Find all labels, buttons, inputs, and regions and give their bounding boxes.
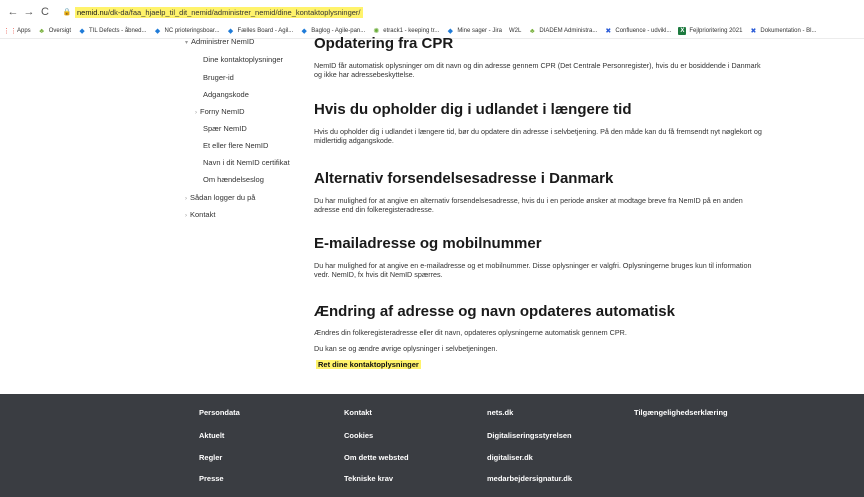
- bookmark-item[interactable]: ✺ etrack1 - keeping tr...: [372, 27, 439, 35]
- chevron-right-icon: ›: [185, 213, 187, 219]
- sidebar-item-s-dan-logger-du-p[interactable]: › Sådan logger du på: [185, 193, 255, 202]
- section-body-alt-address: Du har mulighed for at angive en alterna…: [314, 196, 743, 214]
- footer-link[interactable]: medarbejdersignatur.dk: [487, 474, 572, 483]
- footer-link[interactable]: digitaliser.dk: [487, 453, 533, 462]
- footer-link[interactable]: Kontakt: [344, 408, 372, 417]
- section-body-email-mobile: Du har mulighed for at angive en e-maila…: [314, 261, 752, 279]
- section-body-auto-update: Ændres din folkeregisteradresse eller di…: [314, 328, 627, 337]
- section-body-abroad: Hvis du opholder dig i udlandet i længer…: [314, 127, 762, 145]
- sidebar-item-administrer-nemid[interactable]: ▾ Administrer NemID: [185, 37, 254, 46]
- footer-link[interactable]: Tekniske krav: [344, 474, 393, 483]
- sidebar-item-label: Spær NemID: [203, 124, 247, 133]
- tree-icon: ♣: [39, 27, 44, 35]
- sidebar-item-et-eller-flere-nemid[interactable]: Et eller flere NemID: [203, 141, 268, 150]
- azure-devops-icon: ◆: [154, 28, 161, 35]
- sidebar-item-navn-i-dit-nemid-certifikat[interactable]: Navn i dit NemID certifikat: [203, 158, 290, 167]
- bookmark-label: Fælles Board - Agil...: [237, 28, 294, 34]
- bookmark-label: Baglog - Agile-pan...: [311, 28, 366, 34]
- sidebar-item-label: Administrer NemID: [191, 37, 255, 46]
- footer-link[interactable]: Tilgængelighedserklæring: [634, 408, 728, 417]
- confluence-icon: ✖: [750, 28, 757, 35]
- url-host: nemid.nu: [77, 7, 108, 17]
- azure-devops-icon: ◆: [301, 28, 307, 35]
- bookmark-label: Confluence - udvikl...: [615, 28, 672, 34]
- sidebar-item-adgangskode[interactable]: Adgangskode: [203, 90, 249, 99]
- sidebar-item-label: Navn i dit NemID certifikat: [203, 158, 290, 167]
- bookmark-item[interactable]: ✖ Dokumentation - Bl...: [749, 27, 816, 35]
- chevron-down-icon: ▾: [185, 40, 189, 46]
- chevron-right-icon: ›: [185, 196, 187, 202]
- footer-link[interactable]: nets.dk: [487, 408, 513, 417]
- bookmark-label: NC prioteringsboar...: [164, 28, 220, 34]
- sidebar-item-sp-r-nemid[interactable]: Spær NemID: [203, 124, 247, 133]
- section-title-abroad: Hvis du opholder dig i udlandet i længer…: [314, 101, 632, 118]
- url-field[interactable]: nemid.nu/dk-da/faa_hjaelp_til_dit_nemid/…: [75, 6, 363, 18]
- site-footer: Persondata Aktuelt Regler Presse Kontakt Cook…: [0, 394, 864, 497]
- apps-grid-icon: ⋮⋮: [3, 28, 17, 35]
- sidebar-item-om-h-ndelseslog[interactable]: Om hændelseslog: [203, 175, 264, 184]
- sidebar-item-label: Om hændelseslog: [203, 175, 264, 184]
- section-title-alt-address: Alternativ forsendelsesadresse i Danmark: [314, 170, 614, 187]
- footer-link[interactable]: Aktuelt: [199, 431, 224, 440]
- bookmark-label: Dokumentation - Bl...: [760, 28, 817, 34]
- bookmark-label: W2L: [509, 28, 522, 34]
- bookmark-item[interactable]: ◆ TIL Defects - åbned...: [78, 27, 146, 35]
- sidebar-item-forny-nemid[interactable]: › Forny NemID: [195, 107, 245, 116]
- section-body-selfservice: Du kan se og ændre øvrige oplysninger i …: [314, 344, 498, 353]
- bookmark-label: Fejlprioritering 2021: [689, 28, 743, 34]
- sidebar-item-dine-kontaktoplysninger[interactable]: Dine kontaktoplysninger: [203, 55, 283, 64]
- bookmark-label: etrack1 - keeping tr...: [383, 28, 440, 34]
- bookmark-label: Apps: [17, 28, 31, 34]
- sidebar-item-label: Forny NemID: [200, 107, 245, 116]
- footer-link[interactable]: Regler: [199, 453, 222, 462]
- sidebar-item-bruger-id[interactable]: Bruger-id: [203, 73, 234, 82]
- bookmark-label: DIADEM Administra...: [539, 28, 598, 34]
- bookmark-label: TIL Defects - åbned...: [89, 28, 147, 34]
- footer-link[interactable]: Presse: [199, 474, 224, 483]
- section-title-cpr: Opdatering fra CPR: [314, 35, 454, 52]
- edit-contact-info-link[interactable]: Ret dine kontaktoplysninger: [316, 360, 421, 369]
- sidebar-item-label: Dine kontaktoplysninger: [203, 55, 284, 64]
- bookmark-item[interactable]: ◆ Fælles Board - Agil...: [227, 27, 294, 35]
- back-arrow-icon[interactable]: ←: [6, 5, 20, 19]
- bookmark-item[interactable]: ◆ Mine sager - Jira: [446, 27, 502, 35]
- footer-link[interactable]: Digitaliseringsstyrelsen: [487, 431, 572, 440]
- sidebar-item-label: Et eller flere NemID: [203, 141, 269, 150]
- bookmark-item[interactable]: X Fejlprioritering 2021: [678, 27, 742, 35]
- bookmark-item[interactable]: W2L: [509, 28, 521, 34]
- azure-devops-icon: ◆: [227, 28, 234, 35]
- footer-link[interactable]: Om dette websted: [344, 453, 409, 462]
- bookmark-item[interactable]: ⋮⋮ Apps: [3, 27, 31, 35]
- footer-link[interactable]: Cookies: [344, 431, 373, 440]
- azure-devops-icon: ◆: [79, 28, 85, 35]
- section-title-email-mobile: E-mailadresse og mobilnummer: [314, 235, 542, 252]
- azure-devops-icon: ◆: [447, 28, 453, 35]
- browser-address-bar: ← → C 🔒 nemid.nu/dk-da/faa_hjaelp_til_di…: [0, 0, 864, 24]
- chevron-right-icon: ›: [195, 110, 197, 116]
- bookmark-label: Oversigt: [48, 28, 72, 34]
- sidebar-item-label: Adgangskode: [203, 90, 249, 99]
- reload-icon[interactable]: C: [38, 5, 52, 19]
- sidebar-item-kontakt[interactable]: › Kontakt: [185, 210, 215, 219]
- bookmark-item[interactable]: ♣ DIADEM Administra...: [528, 27, 597, 35]
- bookmark-label: Mine sager - Jira: [457, 28, 502, 34]
- spark-icon: ✺: [373, 28, 380, 35]
- bookmark-item[interactable]: ♣ Oversigt: [38, 27, 71, 35]
- section-title-auto-update: Ændring af adresse og navn opdateres aut…: [314, 303, 675, 320]
- tree-icon: ♣: [530, 27, 535, 35]
- footer-link[interactable]: Persondata: [199, 408, 240, 417]
- confluence-icon: ✖: [605, 28, 612, 35]
- bookmark-item[interactable]: ◆ NC prioteringsboar...: [154, 27, 220, 35]
- lock-icon[interactable]: 🔒: [62, 7, 72, 17]
- excel-icon: X: [678, 27, 687, 35]
- sidebar-item-label: Bruger-id: [203, 73, 234, 82]
- bookmark-item[interactable]: ◆ Baglog - Agile-pan...: [300, 27, 366, 35]
- forward-arrow-icon[interactable]: →: [22, 5, 36, 19]
- url-path: /dk-da/faa_hjaelp_til_dit_nemid/administ…: [107, 7, 361, 17]
- bookmark-item[interactable]: ✖ Confluence - udvikl...: [604, 27, 671, 35]
- sidebar-item-label: Kontakt: [190, 210, 216, 219]
- section-body-cpr: NemID får automatisk oplysninger om dit …: [314, 61, 761, 79]
- sidebar-item-label: Sådan logger du på: [190, 193, 256, 202]
